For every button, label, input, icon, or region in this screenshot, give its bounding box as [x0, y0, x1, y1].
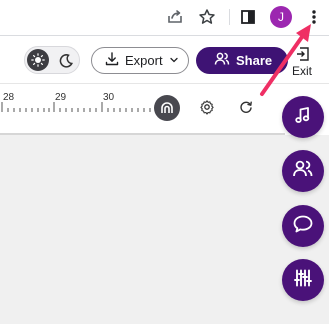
comments-button[interactable]: [282, 205, 324, 247]
instruments-button[interactable]: [282, 96, 324, 138]
avatar[interactable]: J: [270, 6, 292, 28]
more-vert-icon[interactable]: [303, 6, 325, 28]
theme-toggle[interactable]: [24, 46, 80, 74]
settings-icon[interactable]: [197, 97, 217, 117]
mixer-sliders-icon: [293, 268, 313, 293]
collaborators-icon: [292, 159, 314, 184]
timeline-ruler: 28 29 30: [0, 85, 329, 133]
loop-icon[interactable]: [236, 97, 256, 117]
track-canvas[interactable]: [0, 135, 329, 324]
export-label: Export: [125, 53, 163, 68]
collaborators-icon: [214, 52, 230, 69]
collaborators-button[interactable]: [282, 150, 324, 192]
chevron-down-icon: [169, 53, 179, 68]
side-panel-icon[interactable]: [237, 6, 259, 28]
ruler-label: 30: [103, 92, 115, 103]
avatar-letter: J: [278, 10, 284, 24]
exit-button[interactable]: Exit: [290, 44, 318, 80]
ruler-ticks: [1, 102, 151, 112]
music-note-icon: [293, 105, 313, 130]
browser-toolbar: J: [0, 0, 329, 36]
app-header: Export Share Exit: [0, 36, 329, 84]
share-button[interactable]: Share: [196, 47, 288, 74]
sun-icon[interactable]: [27, 49, 49, 71]
ruler-label: 29: [55, 92, 67, 103]
toolbar-divider: [229, 9, 230, 25]
exit-label: Exit: [292, 64, 313, 78]
mixer-button[interactable]: [282, 259, 324, 301]
share-label: Share: [236, 53, 273, 68]
metronome-icon[interactable]: [154, 95, 180, 121]
moon-icon[interactable]: [55, 50, 77, 72]
share-page-icon[interactable]: [164, 6, 186, 28]
ruler-label: 28: [3, 92, 15, 103]
export-button[interactable]: Export: [91, 47, 189, 74]
download-icon: [105, 52, 119, 69]
star-icon[interactable]: [196, 6, 218, 28]
comment-icon: [292, 214, 314, 239]
